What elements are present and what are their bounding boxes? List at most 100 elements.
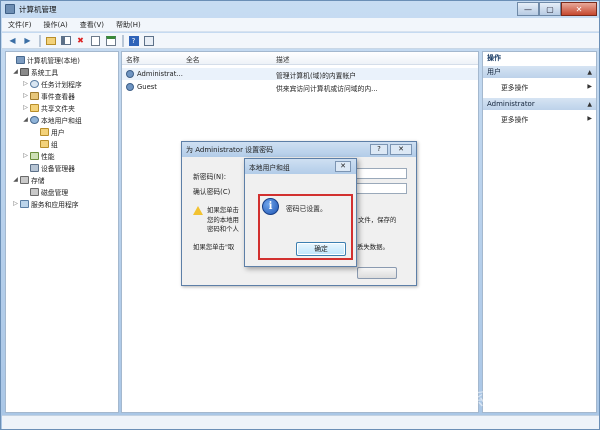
- close-button[interactable]: ✕: [561, 2, 597, 16]
- forward-icon[interactable]: ▶: [21, 35, 34, 47]
- tree-item-label: 本地用户和组: [41, 116, 82, 125]
- expand-triangle-icon[interactable]: ▷: [22, 80, 29, 87]
- ok-button[interactable]: 确定: [296, 242, 346, 256]
- up-folder-icon[interactable]: [44, 35, 57, 47]
- storage-icon: [20, 175, 29, 184]
- back-icon[interactable]: ◀: [6, 35, 19, 47]
- shared-folder-icon: [30, 103, 39, 112]
- tree-item-label: 设备管理器: [41, 164, 75, 173]
- help-icon[interactable]: ?: [127, 35, 140, 47]
- user-description: 供来宾访问计算机或访问域的内...: [276, 85, 378, 93]
- column-header-description[interactable]: 描述: [276, 54, 290, 64]
- clock-icon: [30, 79, 39, 88]
- minimize-button[interactable]: —: [517, 2, 539, 16]
- warning-text: 密码和个人: [207, 225, 239, 233]
- more-actions-link[interactable]: 更多操作: [501, 114, 528, 124]
- section-title: Administrator: [487, 100, 535, 108]
- collapse-arrow-icon[interactable]: ▲: [587, 69, 592, 76]
- folder-icon: [40, 127, 49, 136]
- menu-bar: 文件(F) 操作(A) 查看(V) 帮助(H): [2, 18, 599, 32]
- tree-item-local-users-groups[interactable]: ◢ 本地用户和组: [22, 114, 82, 125]
- expand-triangle-icon[interactable]: ▷: [22, 92, 29, 99]
- actions-section-users[interactable]: 用户 ▲: [483, 66, 596, 78]
- cancel-button[interactable]: [357, 267, 397, 279]
- collapse-triangle-icon[interactable]: ◢: [12, 176, 19, 183]
- user-description: 管理计算机(域)的内置帐户: [276, 72, 357, 80]
- caption-buttons: — ▢ ✕: [517, 2, 597, 16]
- event-log-icon: [30, 91, 39, 100]
- collapse-triangle-icon[interactable]: ◢: [22, 116, 29, 123]
- action-label: 更多操作: [501, 84, 529, 92]
- services-icon: [20, 199, 29, 208]
- new-password-field[interactable]: [356, 168, 407, 179]
- warning-text: 文件，保存的: [358, 216, 397, 224]
- warning-icon: [193, 206, 203, 215]
- show-tree-icon[interactable]: [59, 35, 72, 47]
- column-header-name[interactable]: 名称: [126, 54, 140, 64]
- computer-icon: [16, 55, 25, 64]
- console-icon[interactable]: [142, 35, 155, 47]
- maximize-button[interactable]: ▢: [539, 2, 561, 16]
- menu-file[interactable]: 文件(F): [2, 20, 38, 30]
- menu-action[interactable]: 操作(A): [38, 20, 74, 30]
- tree-item-disk-management[interactable]: 磁盘管理: [22, 186, 68, 197]
- toolbar-separator: [122, 34, 124, 47]
- expand-triangle-icon[interactable]: ▷: [22, 152, 29, 159]
- tree-item-computer-management[interactable]: 计算机管理(本地): [8, 54, 80, 65]
- window-title: 计算机管理: [19, 4, 57, 14]
- collapse-arrow-icon[interactable]: ▲: [587, 101, 592, 108]
- refresh-icon[interactable]: [104, 35, 117, 47]
- more-actions-link[interactable]: 更多操作: [501, 82, 528, 92]
- expand-triangle-icon[interactable]: ▷: [22, 104, 29, 111]
- tree-item-services-applications[interactable]: ▷ 服务和应用程序: [12, 198, 79, 209]
- actions-header: 操作: [483, 52, 596, 64]
- help-button[interactable]: ?: [370, 144, 388, 155]
- tree-item-storage[interactable]: ◢ 存储: [12, 174, 45, 185]
- tree-item-performance[interactable]: ▷ 性能: [22, 150, 55, 161]
- action-label: 更多操作: [501, 116, 529, 124]
- submenu-arrow-icon: ▶: [587, 83, 592, 90]
- tree-item-label: 磁盘管理: [41, 188, 69, 197]
- expand-triangle-icon[interactable]: ▷: [12, 200, 19, 207]
- message-text: 密码已设置。: [286, 205, 327, 213]
- tree-item-users[interactable]: 用户: [32, 126, 65, 137]
- menu-help[interactable]: 帮助(H): [110, 20, 147, 30]
- tree-item-label: 事件查看器: [41, 92, 75, 101]
- confirm-password-field[interactable]: [356, 183, 407, 194]
- tree-item-label: 计算机管理(本地): [27, 56, 80, 65]
- actions-section-administrator[interactable]: Administrator ▲: [483, 98, 596, 110]
- performance-icon: [30, 151, 39, 160]
- tree-item-groups[interactable]: 组: [32, 138, 58, 149]
- tree-item-task-scheduler[interactable]: ▷ 任务计划程序: [22, 78, 82, 89]
- tools-icon: [20, 67, 29, 76]
- tree-item-label: 服务和应用程序: [31, 200, 79, 209]
- column-header-fullname[interactable]: 全名: [186, 54, 200, 64]
- title-bar: 计算机管理 — ▢ ✕: [1, 1, 600, 17]
- properties-icon[interactable]: [89, 35, 102, 47]
- table-row[interactable]: Guest 供来宾访问计算机或访问域的内...: [122, 81, 478, 93]
- tree-item-event-viewer[interactable]: ▷ 事件查看器: [22, 90, 75, 101]
- tree-item-label: 系统工具: [31, 68, 59, 77]
- navigation-tree: 计算机管理(本地) ◢ 系统工具 ▷ 任务计划程序 ▷ 事件查看器 ▷ 共享文件…: [5, 51, 119, 413]
- menu-view[interactable]: 查看(V): [74, 20, 110, 30]
- toolbar-separator: [39, 34, 41, 47]
- warning-text: 您的本地用: [207, 216, 239, 224]
- tree-item-system-tools[interactable]: ◢ 系统工具: [12, 66, 58, 77]
- user-name: Administrat...: [137, 70, 183, 78]
- user-icon: [126, 83, 134, 91]
- table-row[interactable]: Administrat... 管理计算机(域)的内置帐户: [122, 68, 478, 80]
- tree-item-label: 共享文件夹: [41, 104, 75, 113]
- user-icon: [126, 70, 134, 78]
- info-icon: i: [262, 198, 279, 215]
- tree-item-device-manager[interactable]: 设备管理器: [22, 162, 75, 173]
- tree-item-shared-folders[interactable]: ▷ 共享文件夹: [22, 102, 75, 113]
- collapse-triangle-icon[interactable]: ◢: [12, 68, 19, 75]
- tree-item-label: 性能: [41, 152, 55, 161]
- warning-text: 如果您单击: [207, 206, 239, 214]
- dialog-close-button[interactable]: ✕: [390, 144, 412, 155]
- status-bar: [2, 415, 599, 429]
- delete-icon[interactable]: ✖: [74, 35, 87, 47]
- message-box-close-button[interactable]: ✕: [335, 161, 351, 172]
- users-icon: [30, 115, 39, 124]
- device-manager-icon: [30, 163, 39, 172]
